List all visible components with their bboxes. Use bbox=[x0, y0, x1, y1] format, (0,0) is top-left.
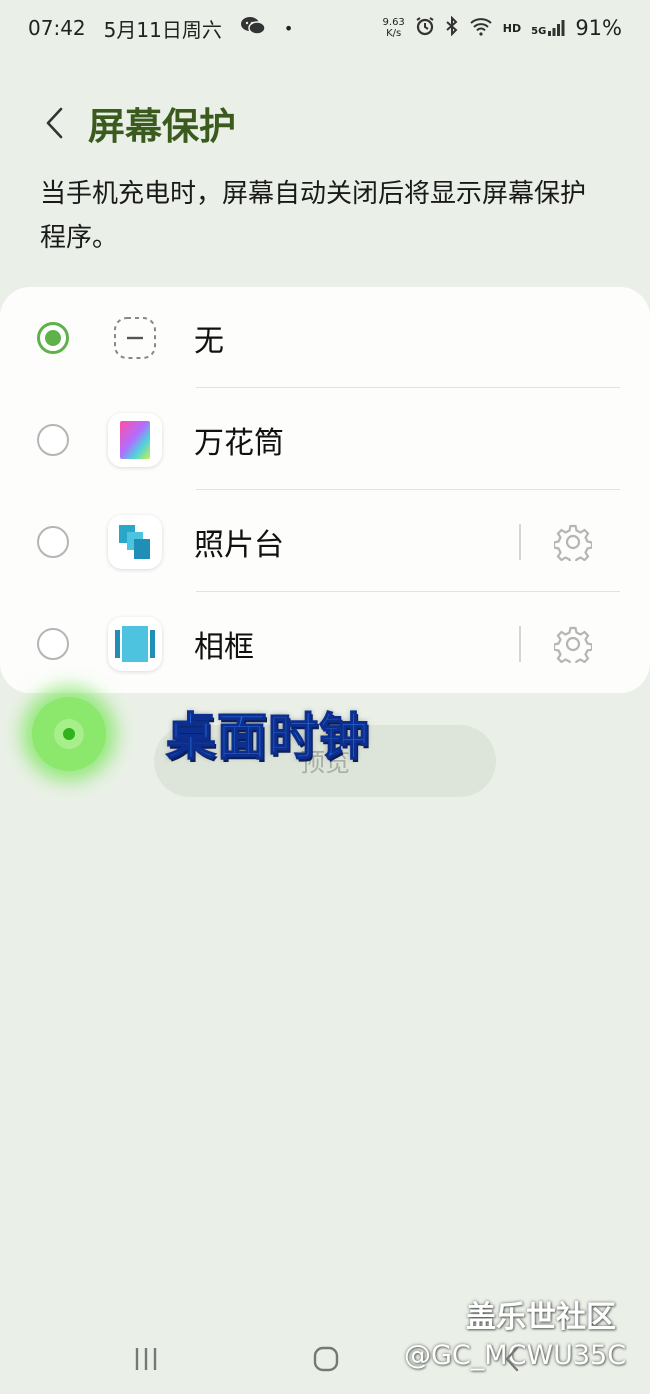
radio-button[interactable] bbox=[37, 526, 69, 558]
home-icon[interactable] bbox=[306, 1342, 346, 1376]
option-label: 相框 bbox=[194, 630, 254, 665]
vertical-divider bbox=[519, 524, 521, 560]
notification-dot: • bbox=[283, 18, 294, 38]
photo-table-icon bbox=[108, 515, 162, 569]
none-icon bbox=[108, 311, 162, 365]
annotation-caption: 桌面时钟 bbox=[165, 707, 370, 767]
kaleidoscope-icon bbox=[108, 413, 162, 467]
gear-icon[interactable] bbox=[552, 623, 594, 665]
page-title: 屏幕保护 bbox=[88, 105, 236, 148]
divider bbox=[196, 489, 620, 490]
touch-indicator-icon bbox=[32, 697, 106, 771]
bluetooth-icon bbox=[445, 15, 459, 41]
status-bar: 07:42 5月11日周六 • 9.63 K/s HD 5G 91% bbox=[0, 0, 650, 56]
option-label: 无 bbox=[194, 324, 224, 359]
photo-frame-icon bbox=[108, 617, 162, 671]
alarm-icon bbox=[415, 16, 435, 41]
wifi-icon bbox=[469, 16, 493, 41]
screensaver-options-list: 无 万花筒 照片台 相框 bbox=[0, 287, 650, 693]
option-none[interactable]: 无 bbox=[0, 287, 650, 389]
option-photo-frame[interactable]: 相框 bbox=[0, 593, 650, 695]
header: 屏幕保护 bbox=[36, 96, 236, 150]
option-kaleidoscope[interactable]: 万花筒 bbox=[0, 389, 650, 491]
radio-button-selected[interactable] bbox=[37, 322, 69, 354]
description-text: 当手机充电时，屏幕自动关闭后将显示屏幕保护程序。 bbox=[40, 179, 587, 253]
hd-indicator: HD bbox=[502, 21, 522, 35]
radio-button[interactable] bbox=[37, 628, 69, 660]
option-photo-table[interactable]: 照片台 bbox=[0, 491, 650, 593]
option-label: 照片台 bbox=[194, 528, 284, 563]
vertical-divider bbox=[519, 626, 521, 662]
divider bbox=[196, 387, 620, 388]
net-speed: 9.63 K/s bbox=[383, 17, 405, 39]
battery-level: 91% bbox=[575, 16, 622, 40]
net-speed-unit: K/s bbox=[386, 28, 402, 39]
navigation-bar bbox=[0, 1322, 650, 1394]
back-arrow-icon[interactable] bbox=[36, 103, 72, 143]
net-speed-value: 9.63 bbox=[382, 17, 405, 28]
wechat-icon bbox=[240, 16, 266, 41]
network-type: 5G bbox=[531, 26, 547, 37]
signal-icon: 5G bbox=[531, 19, 565, 37]
status-time: 07:42 bbox=[28, 16, 86, 40]
option-label: 万花筒 bbox=[194, 426, 284, 461]
gear-icon[interactable] bbox=[552, 521, 594, 563]
status-date: 5月11日周六 bbox=[103, 17, 222, 42]
radio-button[interactable] bbox=[37, 424, 69, 456]
back-icon[interactable] bbox=[492, 1342, 532, 1376]
recent-apps-icon[interactable] bbox=[126, 1342, 166, 1376]
divider bbox=[196, 591, 620, 592]
